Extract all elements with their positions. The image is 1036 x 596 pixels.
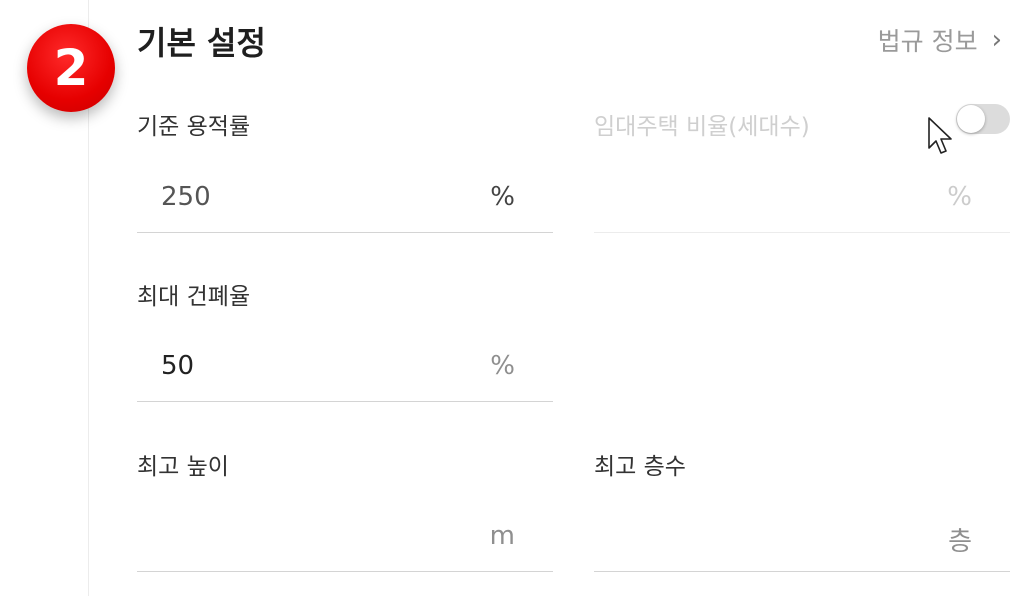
max-floors-unit: 층: [948, 527, 972, 557]
bcr-label: 최대 건폐율: [137, 284, 251, 310]
rental-ratio-input[interactable]: %: [594, 172, 1010, 233]
bcr-value: 50: [161, 351, 195, 381]
max-height-input[interactable]: m: [137, 511, 553, 572]
max-floors-input[interactable]: 층: [594, 511, 1010, 572]
far-unit: %: [490, 182, 515, 212]
step-number: 2: [53, 39, 89, 97]
max-height-unit: m: [489, 521, 515, 551]
far-input[interactable]: 250 %: [137, 172, 553, 233]
bcr-unit: %: [490, 351, 515, 381]
toggle-knob: [957, 105, 985, 133]
far-value: 250: [161, 182, 211, 212]
bcr-input[interactable]: 50 %: [137, 341, 553, 402]
rental-ratio-label: 임대주택 비율(세대수): [594, 114, 810, 140]
legal-info-link[interactable]: 법규 정보 ›: [878, 22, 1002, 58]
step-number-badge: 2: [27, 24, 115, 112]
max-height-label: 최고 높이: [137, 454, 229, 480]
max-floors-label: 최고 층수: [594, 454, 686, 480]
rental-ratio-toggle[interactable]: [956, 104, 1010, 134]
far-label: 기준 용적률: [137, 114, 251, 140]
mouse-pointer-icon: [928, 117, 952, 154]
chevron-right-icon: ›: [991, 25, 1002, 55]
rental-ratio-unit: %: [947, 182, 972, 212]
legal-info-label: 법규 정보: [877, 27, 978, 56]
section-title: 기본 설정: [137, 24, 266, 62]
